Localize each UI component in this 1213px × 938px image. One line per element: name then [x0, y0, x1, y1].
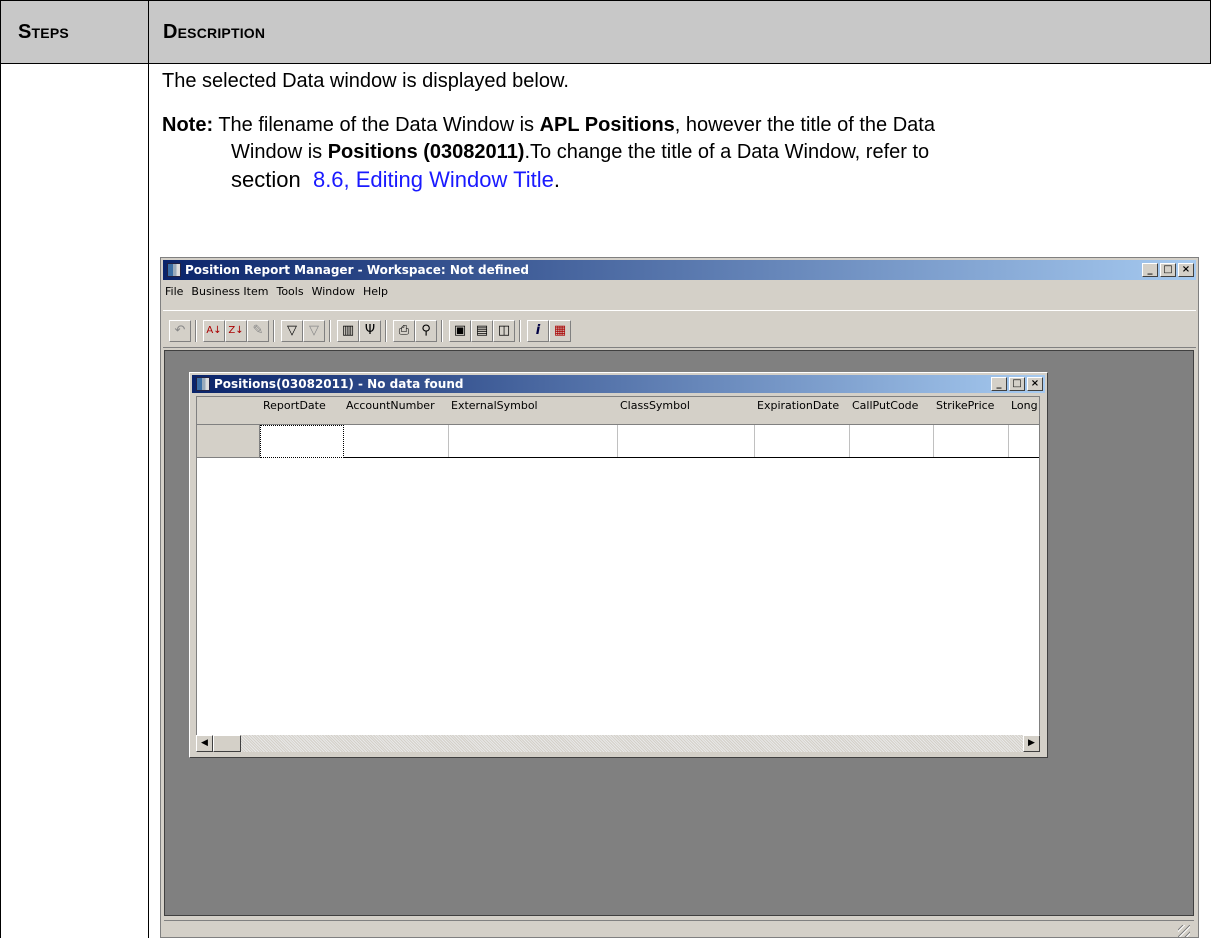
toolbar-separator: [329, 320, 331, 342]
intro-text: The selected Data window is displayed be…: [162, 70, 569, 92]
app-icon: [167, 263, 181, 277]
clear-filter-icon[interactable]: ▽: [303, 320, 325, 342]
section-link[interactable]: 8.6, Editing Window Title: [313, 167, 554, 192]
status-bar: [164, 920, 1194, 937]
print-icon[interactable]: ⎙: [393, 320, 415, 342]
row-header[interactable]: [197, 425, 260, 458]
column-header[interactable]: CallPutCode: [849, 397, 934, 425]
note-text-4: .To change the title of a Data Window, r…: [524, 141, 930, 163]
close-button[interactable]: ×: [1178, 263, 1194, 277]
child-minimize-button[interactable]: _: [991, 377, 1007, 391]
app-window: Position Report Manager - Workspace: Not…: [160, 257, 1199, 938]
column-header[interactable]: Long: [1008, 397, 1039, 425]
sort-ascending-icon[interactable]: A↓: [203, 320, 225, 342]
toolbar-separator: [195, 320, 197, 342]
toolbar-separator: [441, 320, 443, 342]
child-maximize-button[interactable]: □: [1009, 377, 1025, 391]
corner-header: [197, 397, 261, 425]
data-grid: ReportDate AccountNumber ExternalSymbol …: [196, 396, 1040, 736]
app-title: Position Report Manager - Workspace: Not…: [185, 263, 529, 277]
column-header[interactable]: ExpirationDate: [754, 397, 850, 425]
menu-file[interactable]: File: [165, 285, 183, 303]
table-left-border: [0, 63, 1, 938]
data-window-titlebar[interactable]: Positions(03082011) - No data found _ □ …: [192, 375, 1045, 393]
column-header[interactable]: StrikePrice: [933, 397, 1009, 425]
data-window-icon: [196, 377, 210, 391]
description-header: Description: [148, 0, 1211, 64]
note-label: Note:: [162, 114, 214, 136]
grid-settings-icon[interactable]: ▦: [549, 320, 571, 342]
child-close-button[interactable]: ×: [1027, 377, 1043, 391]
toolbar-separator: [273, 320, 275, 342]
document-table: Steps Description The selected Data wind…: [0, 0, 1211, 938]
grid-cell[interactable]: [849, 425, 934, 458]
resize-grip-icon[interactable]: [1178, 925, 1190, 937]
description-header-label: Description: [163, 20, 266, 43]
note-paragraph: Note: The filename of the Data Window is…: [162, 112, 1202, 193]
column-header[interactable]: ExternalSymbol: [448, 397, 618, 425]
minimize-button[interactable]: _: [1142, 263, 1158, 277]
data-window: Positions(03082011) - No data found _ □ …: [189, 372, 1048, 758]
tile-cascade-icon[interactable]: ▣: [449, 320, 471, 342]
menu-window[interactable]: Window: [312, 285, 355, 303]
toolbar-separator: [385, 320, 387, 342]
note-text-1: The filename of the Data Window is: [218, 114, 535, 136]
menu-tools[interactable]: Tools: [276, 285, 303, 303]
column-header[interactable]: ReportDate: [260, 397, 344, 425]
grid-cell[interactable]: [448, 425, 618, 458]
steps-header: Steps: [0, 0, 149, 64]
toolbar-separator: [519, 320, 521, 342]
note-bold-filename: APL Positions: [539, 114, 675, 136]
data-window-controls: _ □ ×: [991, 377, 1043, 391]
grid-cell[interactable]: [933, 425, 1009, 458]
table-column-divider: [148, 63, 149, 938]
data-window-title: Positions(03082011) - No data found: [214, 377, 464, 391]
menu-help[interactable]: Help: [363, 285, 388, 303]
grid-cell[interactable]: [754, 425, 850, 458]
undo-icon[interactable]: ↶: [169, 320, 191, 342]
column-header[interactable]: ClassSymbol: [617, 397, 755, 425]
find-icon[interactable]: ⚲: [415, 320, 437, 342]
columns-icon[interactable]: ▥: [337, 320, 359, 342]
group-icon[interactable]: Ψ: [359, 320, 381, 342]
clear-sort-icon[interactable]: ✎: [247, 320, 269, 342]
grid-cell-selected[interactable]: [260, 425, 344, 458]
maximize-button[interactable]: □: [1160, 263, 1176, 277]
tile-vertical-icon[interactable]: ◫: [493, 320, 515, 342]
scroll-thumb[interactable]: [213, 735, 241, 752]
info-icon[interactable]: i: [527, 320, 549, 342]
tile-horizontal-icon[interactable]: ▤: [471, 320, 493, 342]
window-controls: _ □ ×: [1142, 263, 1194, 277]
sort-descending-icon[interactable]: Z↓: [225, 320, 247, 342]
column-header[interactable]: AccountNumber: [343, 397, 449, 425]
menu-business-item[interactable]: Business Item: [191, 285, 268, 303]
toolbar: ↶ A↓ Z↓ ✎ ▽ ▽ ▥ Ψ ⎙ ⚲ ▣ ▤ ◫ i ▦: [163, 310, 1196, 348]
horizontal-scrollbar[interactable]: ◀ ▶: [196, 735, 1040, 752]
note-text-3: Window is: [231, 141, 323, 163]
note-text-5: section: [231, 167, 301, 192]
grid-cell[interactable]: [617, 425, 755, 458]
app-titlebar[interactable]: Position Report Manager - Workspace: Not…: [163, 260, 1196, 280]
note-end: .: [553, 167, 560, 192]
scroll-left-button[interactable]: ◀: [196, 735, 213, 752]
steps-header-label: Steps: [18, 20, 69, 43]
note-bold-title: Positions (03082011): [327, 141, 525, 163]
grid-cell[interactable]: [343, 425, 449, 458]
filter-icon[interactable]: ▽: [281, 320, 303, 342]
note-text-2: , however the title of the Data: [674, 114, 935, 136]
grid-cell[interactable]: [1008, 425, 1039, 458]
menubar: File Business Item Tools Window Help: [165, 285, 388, 303]
scroll-right-button[interactable]: ▶: [1023, 735, 1040, 752]
